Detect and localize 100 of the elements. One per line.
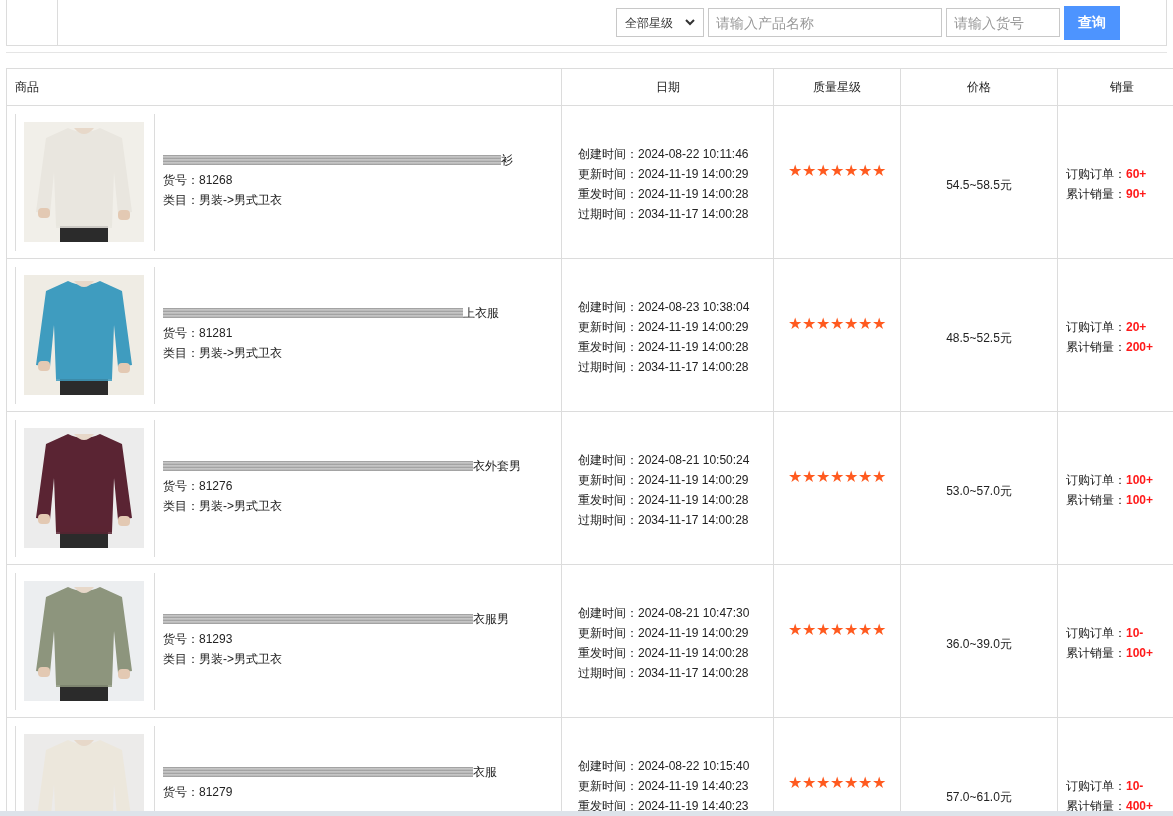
sales-value: 90+ [1126,186,1147,203]
star-icon: ★ [788,316,802,332]
star-icon: ★ [816,622,830,638]
star-icon: ★ [816,163,830,179]
star-icon: ★ [844,775,858,791]
date-text: 更新时间：2024-11-19 14:00:29 [578,166,750,183]
sales-label: 累计销量： [1066,339,1126,356]
date-text: 创建时间：2024-08-21 10:47:30 [578,605,751,622]
date-text: 更新时间：2024-11-19 14:00:29 [578,625,750,642]
date-text: 重发时间：2024-11-19 14:40:23 [578,798,750,815]
level-select[interactable]: 全部星级 [616,8,704,37]
star-icon: ★ [830,316,844,332]
column-header: 日期 [655,80,680,94]
product-name-field[interactable]: 请输入产品名称 [708,8,942,37]
star-icon: ★ [872,775,886,791]
sales-value: 200+ [1126,339,1154,356]
sku-text: 货号：81279 [163,784,234,800]
star-icon: ★ [830,775,844,791]
star-icon: ★ [788,163,802,179]
star-icon: ★ [788,469,802,485]
star-icon: ★ [816,469,830,485]
star-icon: ★ [858,163,872,179]
star-icon: ★ [858,775,872,791]
date-text: 创建时间：2024-08-22 10:15:40 [578,758,751,775]
sales-value: 10- [1126,778,1144,795]
star-icon: ★ [802,469,816,485]
column-header: 销量 [1110,80,1134,94]
column-header: 价格 [967,80,991,94]
price-text: 48.5~52.5元 [946,331,1012,345]
star-icon: ★ [788,622,802,638]
star-icon: ★ [802,775,816,791]
sales-label: 累计销量： [1066,798,1126,815]
sku-text: 货号：81276 [163,478,234,494]
sales-label: 订购订单： [1066,319,1126,336]
price-text: 53.0~57.0元 [946,484,1012,498]
star-icon: ★ [830,469,844,485]
category-text: 类目：男装->男式卫衣 [163,498,283,514]
date-text: 创建时间：2024-08-21 10:50:24 [578,452,751,469]
star-icon: ★ [872,316,886,332]
date-text: 过期时间：2034-11-17 14:00:28 [578,359,750,376]
price-text: 36.0~39.0元 [946,637,1012,651]
chevron-down-icon [685,19,695,26]
star-icon: ★ [844,469,858,485]
price-text: 54.5~58.5元 [946,178,1012,192]
product-title: 衣外套男 [473,458,521,474]
column-header: 商品 [15,80,39,94]
category-text: 类目：男装->男式卫衣 [163,192,283,208]
sales-label: 订购订单： [1066,778,1126,795]
star-icon: ★ [802,622,816,638]
product-title: 衣服 [473,764,497,780]
sales-value: 400+ [1126,798,1154,815]
sku-field[interactable]: 请输入货号 [946,8,1060,37]
date-text: 过期时间：2034-11-17 14:00:28 [578,206,750,223]
column-header: 质量星级 [813,80,861,94]
product-title: 上衣服 [463,305,499,321]
sku-text: 货号：81268 [163,172,234,188]
star-icon: ★ [872,622,886,638]
date-text: 更新时间：2024-11-19 14:00:29 [578,472,750,489]
star-icon: ★ [830,622,844,638]
star-icon: ★ [830,163,844,179]
star-icon: ★ [844,163,858,179]
sales-value: 100+ [1126,492,1154,509]
star-icon: ★ [802,163,816,179]
sales-value: 100+ [1126,645,1154,662]
sales-label: 累计销量： [1066,186,1126,203]
star-icon: ★ [802,316,816,332]
date-text: 过期时间：2034-11-17 14:00:28 [578,665,750,682]
price-text: 57.0~61.0元 [946,790,1012,804]
category-text: 类目：男装->男式卫衣 [163,651,283,667]
star-icon: ★ [844,316,858,332]
sales-label: 累计销量： [1066,645,1126,662]
date-text: 重发时间：2024-11-19 14:00:28 [578,186,750,203]
date-text: 更新时间：2024-11-19 14:40:23 [578,778,750,795]
date-text: 创建时间：2024-08-23 10:38:04 [578,299,751,316]
date-text: 重发时间：2024-11-19 14:00:28 [578,492,750,509]
star-icon: ★ [872,469,886,485]
sales-value: 10- [1126,625,1144,642]
star-icon: ★ [816,316,830,332]
product-title: 衣服男 [473,611,509,627]
star-icon: ★ [788,775,802,791]
sales-value: 100+ [1126,472,1154,489]
sales-label: 累计销量： [1066,492,1126,509]
date-text: 过期时间：2034-11-17 14:00:28 [578,512,750,529]
product-title: 衫 [501,152,513,168]
date-text: 重发时间：2024-11-19 14:00:28 [578,645,750,662]
star-icon: ★ [858,622,872,638]
sku-text: 货号：81293 [163,631,234,647]
star-icon: ★ [844,622,858,638]
star-icon: ★ [858,316,872,332]
date-text: 更新时间：2024-11-19 14:00:29 [578,319,750,336]
select-value: 全部星级 [625,14,673,32]
date-text: 创建时间：2024-08-22 10:11:46 [578,146,750,163]
sales-label: 订购订单： [1066,625,1126,642]
star-icon: ★ [872,163,886,179]
sales-value: 60+ [1126,166,1147,183]
sales-label: 订购订单： [1066,472,1126,489]
star-icon: ★ [858,469,872,485]
star-icon: ★ [816,775,830,791]
date-text: 重发时间：2024-11-19 14:00:28 [578,339,750,356]
sales-label: 订购订单： [1066,166,1126,183]
